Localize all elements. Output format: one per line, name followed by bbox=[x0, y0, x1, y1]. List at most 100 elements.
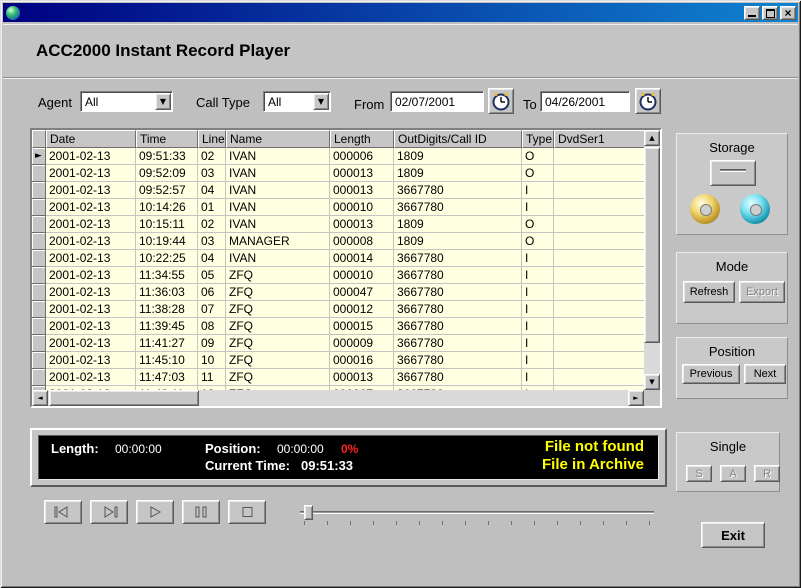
cell-line: 10 bbox=[198, 352, 226, 369]
from-date-input[interactable] bbox=[390, 91, 484, 112]
cell-date: 2001-02-13 bbox=[46, 335, 136, 352]
grid-viewport: Date Time Line Name Length OutDigits/Cal… bbox=[32, 130, 644, 390]
column-header-outdigits[interactable]: OutDigits/Call ID bbox=[394, 130, 522, 148]
row-selector-cell bbox=[32, 182, 46, 199]
column-header-line[interactable]: Line bbox=[198, 130, 226, 148]
cell-dvdser1 bbox=[554, 148, 644, 165]
stop-button[interactable] bbox=[228, 500, 266, 524]
skip-to-start-icon bbox=[51, 505, 75, 519]
table-row[interactable]: 2001-02-13 10:22:25 04 IVAN 000014 36677… bbox=[32, 250, 644, 267]
cell-length: 000015 bbox=[330, 318, 394, 335]
slider-track[interactable] bbox=[300, 511, 654, 514]
table-row[interactable]: 2001-02-13 11:36:03 06 ZFQ 000047 366778… bbox=[32, 284, 644, 301]
cell-time: 11:45:10 bbox=[136, 352, 198, 369]
status-file-not-found: File not found bbox=[545, 438, 644, 455]
play-button[interactable] bbox=[136, 500, 174, 524]
table-row[interactable]: 2001-02-13 09:52:57 04 IVAN 000013 36677… bbox=[32, 182, 644, 199]
cell-outdigits: 3667780 bbox=[394, 267, 522, 284]
cell-length: 000047 bbox=[330, 284, 394, 301]
position-label: Position: bbox=[205, 441, 261, 456]
next-button[interactable]: Next bbox=[744, 364, 786, 384]
table-row[interactable]: 2001-02-13 11:47:03 11 ZFQ 000013 366778… bbox=[32, 369, 644, 386]
cell-type: I bbox=[522, 199, 554, 216]
table-row[interactable]: 2001-02-13 11:34:55 05 ZFQ 000010 366778… bbox=[32, 267, 644, 284]
to-date-input[interactable] bbox=[540, 91, 630, 112]
table-row[interactable]: ► 2001-02-13 09:51:33 02 IVAN 000006 180… bbox=[32, 148, 644, 165]
from-date-clock-button[interactable] bbox=[488, 88, 514, 114]
records-grid: Date Time Line Name Length OutDigits/Cal… bbox=[30, 128, 662, 408]
table-row[interactable]: 2001-02-13 11:39:45 08 ZFQ 000015 366778… bbox=[32, 318, 644, 335]
vertical-scrollbar-thumb[interactable] bbox=[644, 147, 660, 343]
column-header-date[interactable]: Date bbox=[46, 130, 136, 148]
cell-name: IVAN bbox=[226, 250, 330, 267]
cell-line: 03 bbox=[198, 233, 226, 250]
skip-to-end-button[interactable] bbox=[90, 500, 128, 524]
cd-gold-icon[interactable] bbox=[690, 194, 720, 224]
play-icon bbox=[143, 505, 167, 519]
position-percent: 0% bbox=[341, 442, 358, 456]
table-row[interactable]: 2001-02-13 11:45:10 10 ZFQ 000016 366778… bbox=[32, 352, 644, 369]
table-row[interactable]: 2001-02-13 10:19:44 03 MANAGER 000008 18… bbox=[32, 233, 644, 250]
table-row[interactable]: 2001-02-13 11:38:28 07 ZFQ 000012 366778… bbox=[32, 301, 644, 318]
cell-date: 2001-02-13 bbox=[46, 301, 136, 318]
column-header-time[interactable]: Time bbox=[136, 130, 198, 148]
pause-button[interactable] bbox=[182, 500, 220, 524]
scroll-right-button[interactable]: ► bbox=[628, 390, 644, 406]
vertical-scrollbar[interactable]: ▲ ▼ bbox=[644, 130, 660, 390]
horizontal-scrollbar-thumb[interactable] bbox=[49, 390, 199, 406]
minimize-button[interactable] bbox=[744, 6, 760, 20]
table-row[interactable]: 2001-02-13 11:41:27 09 ZFQ 000009 366778… bbox=[32, 335, 644, 352]
titlebar[interactable]: × bbox=[3, 3, 798, 22]
column-header-type[interactable]: Type bbox=[522, 130, 554, 148]
refresh-button[interactable]: Refresh bbox=[683, 281, 735, 303]
call-type-dropdown-arrow-icon[interactable]: ▼ bbox=[313, 93, 329, 110]
cell-type: I bbox=[522, 267, 554, 284]
agent-dropdown-arrow-icon[interactable]: ▼ bbox=[155, 93, 171, 110]
cell-name: MANAGER bbox=[226, 233, 330, 250]
filter-bar: Agent All ▼ Call Type All ▼ From To bbox=[3, 80, 798, 124]
page-title: ACC2000 Instant Record Player bbox=[36, 41, 290, 61]
table-row[interactable]: 2001-02-13 09:52:09 03 IVAN 000013 1809 … bbox=[32, 165, 644, 182]
cell-type: I bbox=[522, 318, 554, 335]
call-type-combobox[interactable]: All ▼ bbox=[263, 91, 331, 112]
cell-outdigits: 3667780 bbox=[394, 352, 522, 369]
cell-outdigits: 3667780 bbox=[394, 318, 522, 335]
table-row[interactable]: 2001-02-13 10:14:26 01 IVAN 000010 36677… bbox=[32, 199, 644, 216]
drive-storage-button[interactable] bbox=[710, 160, 756, 186]
skip-to-start-button[interactable] bbox=[44, 500, 82, 524]
cell-outdigits: 3667780 bbox=[394, 182, 522, 199]
close-button[interactable]: × bbox=[780, 6, 796, 20]
horizontal-scrollbar[interactable]: ◄ ► bbox=[32, 390, 644, 406]
cell-line: 09 bbox=[198, 335, 226, 352]
scroll-left-button[interactable]: ◄ bbox=[32, 390, 48, 406]
to-date-clock-button[interactable] bbox=[635, 88, 661, 114]
previous-button[interactable]: Previous bbox=[682, 364, 740, 384]
status-file-in-archive: File in Archive bbox=[542, 456, 644, 473]
scroll-down-button[interactable]: ▼ bbox=[644, 374, 660, 390]
slider-ticks bbox=[304, 521, 654, 525]
slider-thumb[interactable] bbox=[304, 505, 313, 520]
cell-time: 11:47:03 bbox=[136, 369, 198, 386]
column-header-name[interactable]: Name bbox=[226, 130, 330, 148]
cell-outdigits: 1809 bbox=[394, 216, 522, 233]
row-selector-cell bbox=[32, 267, 46, 284]
exit-button[interactable]: Exit bbox=[701, 522, 765, 548]
cell-dvdser1 bbox=[554, 369, 644, 386]
maximize-button[interactable] bbox=[762, 6, 778, 20]
pause-icon bbox=[189, 505, 213, 519]
cell-dvdser1 bbox=[554, 233, 644, 250]
column-header-length[interactable]: Length bbox=[330, 130, 394, 148]
scroll-up-button[interactable]: ▲ bbox=[644, 130, 660, 146]
cell-time: 09:52:57 bbox=[136, 182, 198, 199]
row-selector-cell bbox=[32, 216, 46, 233]
cell-outdigits: 1809 bbox=[394, 148, 522, 165]
cd-cyan-icon[interactable] bbox=[740, 194, 770, 224]
column-header-dvdser1[interactable]: DvdSer1 bbox=[554, 130, 644, 148]
agent-combobox[interactable]: All ▼ bbox=[80, 91, 173, 112]
cell-time: 10:19:44 bbox=[136, 233, 198, 250]
cell-line: 01 bbox=[198, 199, 226, 216]
s-button: S bbox=[686, 465, 712, 482]
seek-slider[interactable] bbox=[296, 503, 658, 525]
table-row[interactable]: 2001-02-13 10:15:11 02 IVAN 000013 1809 … bbox=[32, 216, 644, 233]
cell-outdigits: 3667780 bbox=[394, 284, 522, 301]
